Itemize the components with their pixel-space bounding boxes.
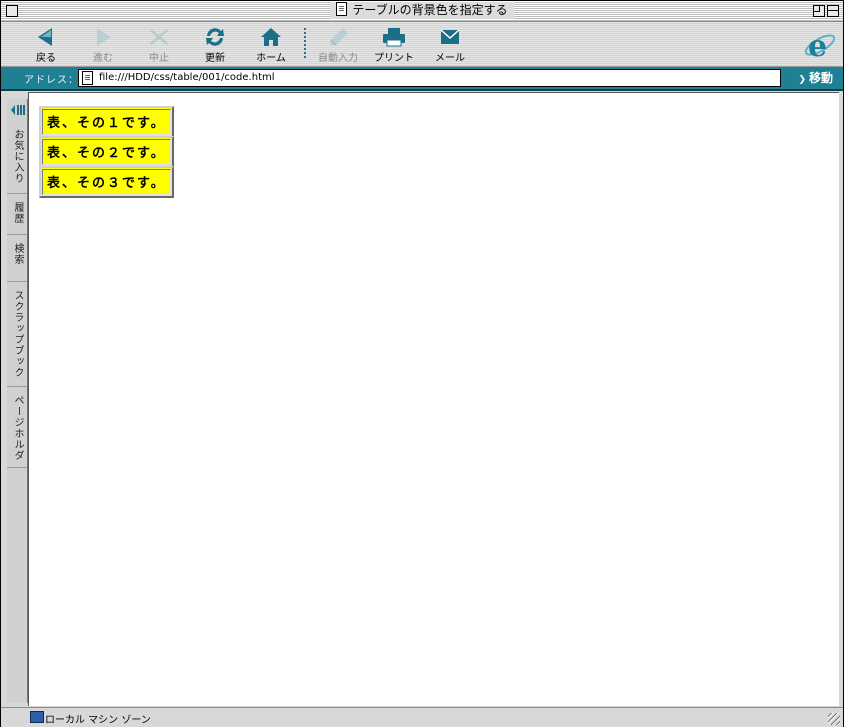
autofill-pen-icon bbox=[330, 28, 348, 46]
stop-x-icon bbox=[150, 29, 168, 45]
home-icon bbox=[261, 28, 281, 46]
tab-search-label: 検索 bbox=[12, 243, 23, 265]
title-wrap: テーブルの背景色を指定する bbox=[1, 2, 843, 19]
refresh-button[interactable]: 更新 bbox=[190, 24, 240, 64]
explorer-sidebar: お気に入り 履歴 検索 スクラップブック ページホルダ bbox=[7, 99, 28, 703]
address-bar: アドレス： file:///HDD/css/table/001/code.htm… bbox=[1, 67, 843, 91]
autofill-label: 自動入力 bbox=[318, 53, 358, 64]
table-1: 表、その１です。 bbox=[39, 106, 174, 138]
stop-label: 中止 bbox=[149, 53, 169, 64]
tab-page-holder-label: ページホルダ bbox=[12, 395, 23, 461]
tab-scrapbook[interactable]: スクラップブック bbox=[7, 282, 27, 387]
browser-window: テーブルの背景色を指定する 戻る 進む 中止 更新 ホーム 自動入力 プリント … bbox=[0, 0, 844, 727]
sidebar-toggle-icon[interactable] bbox=[10, 103, 26, 117]
refresh-icon bbox=[206, 28, 224, 46]
mail-label: メール bbox=[435, 53, 465, 64]
zoom-box[interactable] bbox=[813, 5, 825, 17]
tab-scrapbook-label: スクラップブック bbox=[12, 290, 23, 378]
home-button[interactable]: ホーム bbox=[246, 24, 296, 64]
internet-explorer-logo-icon: e bbox=[804, 29, 836, 62]
address-url: file:///HDD/css/table/001/code.html bbox=[99, 72, 275, 83]
stop-button[interactable]: 中止 bbox=[134, 24, 184, 64]
back-label: 戻る bbox=[36, 53, 56, 64]
autofill-button[interactable]: 自動入力 bbox=[313, 24, 363, 64]
tab-favorites[interactable]: お気に入り bbox=[7, 121, 27, 194]
address-label: アドレス： bbox=[24, 75, 79, 86]
svg-text:e: e bbox=[808, 29, 827, 62]
table-3: 表、その３です。 bbox=[39, 166, 174, 198]
security-zone: ローカル マシン ゾーン bbox=[45, 715, 151, 726]
home-label: ホーム bbox=[256, 53, 286, 64]
go-label: 移動 bbox=[808, 71, 833, 85]
table-2: 表、その２です。 bbox=[39, 136, 174, 168]
back-button[interactable]: 戻る bbox=[21, 24, 71, 64]
windowshade-box[interactable] bbox=[827, 5, 839, 17]
title-bar[interactable]: テーブルの背景色を指定する bbox=[1, 1, 843, 22]
forward-label: 進む bbox=[93, 53, 113, 64]
tab-page-holder[interactable]: ページホルダ bbox=[7, 387, 27, 468]
page-content: 表、その１です。 表、その２です。 表、その３です。 bbox=[28, 92, 839, 706]
tab-search[interactable]: 検索 bbox=[7, 235, 27, 282]
window-title: テーブルの背景色を指定する bbox=[352, 3, 508, 17]
mail-envelope-icon bbox=[440, 29, 460, 44]
table-2-cell: 表、その２です。 bbox=[42, 139, 171, 165]
toolbar-separator bbox=[304, 28, 306, 58]
window-title-box: テーブルの背景色を指定する bbox=[330, 2, 514, 19]
go-arrow-icon: ❯ bbox=[798, 75, 806, 85]
page-document-icon bbox=[82, 71, 93, 85]
tab-history-label: 履歴 bbox=[12, 202, 23, 224]
tab-favorites-label: お気に入り bbox=[12, 129, 23, 184]
document-icon bbox=[336, 2, 348, 16]
print-button[interactable]: プリント bbox=[369, 24, 419, 64]
local-zone-icon bbox=[30, 711, 44, 723]
printer-icon bbox=[383, 28, 405, 47]
address-input[interactable]: file:///HDD/css/table/001/code.html bbox=[78, 69, 781, 87]
forward-arrow-icon bbox=[97, 28, 111, 46]
back-arrow-icon bbox=[38, 28, 52, 46]
forward-button[interactable]: 進む bbox=[78, 24, 128, 64]
refresh-label: 更新 bbox=[205, 53, 225, 64]
table-3-cell: 表、その３です。 bbox=[42, 169, 171, 195]
table-1-cell: 表、その１です。 bbox=[42, 109, 171, 135]
status-bar: ローカル マシン ゾーン bbox=[1, 707, 843, 727]
print-label: プリント bbox=[374, 53, 414, 64]
tab-history[interactable]: 履歴 bbox=[7, 194, 27, 235]
toolbar: 戻る 進む 中止 更新 ホーム 自動入力 プリント メール e bbox=[1, 22, 843, 67]
resize-grip[interactable] bbox=[828, 713, 840, 725]
mail-button[interactable]: メール bbox=[425, 24, 475, 64]
go-button[interactable]: ❯ 移動 bbox=[798, 69, 833, 86]
